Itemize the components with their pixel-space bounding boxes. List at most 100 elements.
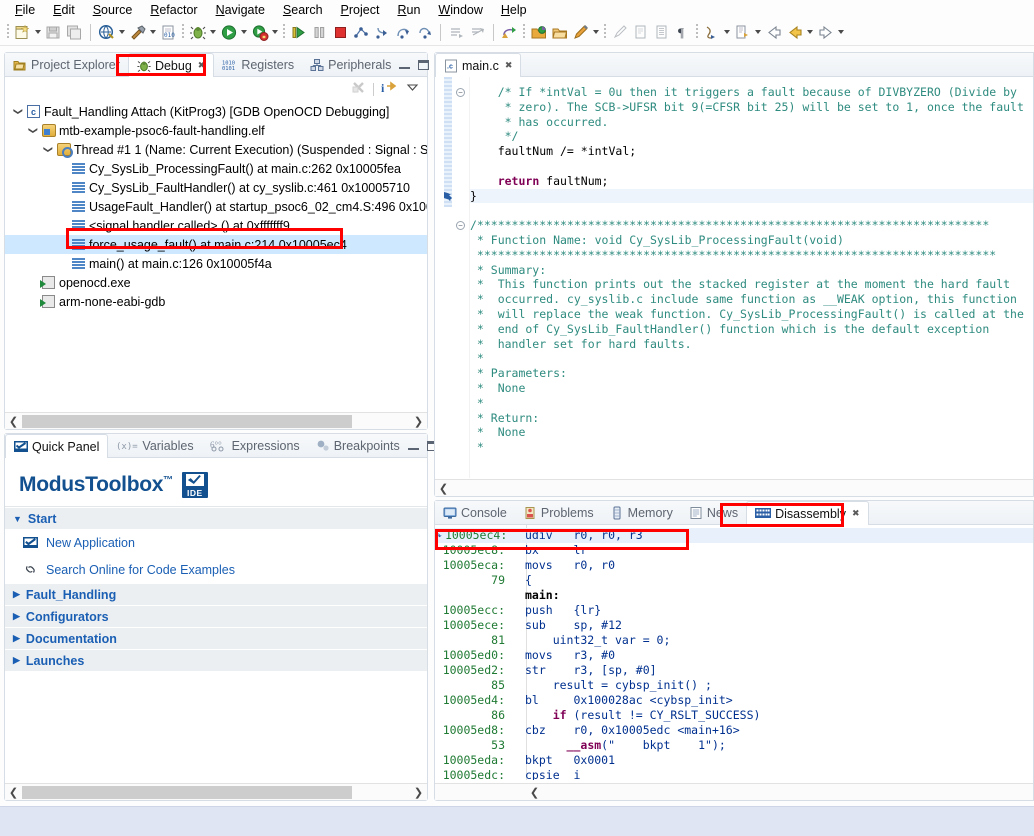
disassembly-current-row[interactable]: ↷ 10005ec4: udiv r0, r0, r3 <box>435 528 1033 543</box>
tree-row[interactable]: ❯ Thread #1 1 (Name: Current Execution) (… <box>5 140 427 159</box>
editor-code-area[interactable]: − − /* If *intVal = 0u then it triggers a… <box>435 77 1033 478</box>
tree-row[interactable]: ❯ c Fault_Handling Attach (KitProg3) [GDB … <box>5 102 427 121</box>
tab-problems[interactable]: Problems <box>515 501 602 524</box>
open-folder-icon[interactable] <box>528 22 549 43</box>
disassembly-row[interactable]: 86 if (result != CY_RSLT_SUCCESS) <box>435 708 1033 723</box>
external-tools-icon[interactable] <box>249 22 270 43</box>
quick-panel-section-documentation[interactable]: ▶ Documentation <box>5 627 427 649</box>
tab-memory[interactable]: Memory <box>602 501 681 524</box>
view-menu-icon[interactable] <box>406 81 419 97</box>
quick-panel-section-fault-handling[interactable]: ▶ Fault_Handling <box>5 583 427 605</box>
disassembly-row[interactable]: 10005ec8: bx lr <box>435 543 1033 558</box>
menu-item-refactor[interactable]: Refactor <box>141 2 206 18</box>
tab-peripherals[interactable]: Peripherals <box>302 53 399 76</box>
tab-debug[interactable]: Debug ✖ <box>127 53 215 77</box>
last-edit-dropdown-icon[interactable] <box>753 22 763 43</box>
tree-row[interactable]: main() at main.c:126 0x10005f4a <box>5 254 427 273</box>
tab-project-explorer[interactable]: Project Explorer <box>5 53 128 76</box>
minimize-debug-view-button[interactable] <box>399 60 411 69</box>
menu-item-project[interactable]: Project <box>332 2 389 18</box>
menu-item-source[interactable]: Source <box>84 2 142 18</box>
tree-row[interactable]: <signal handler called> () at 0xfffffff9 <box>5 216 427 235</box>
quick-panel-link-new-application[interactable]: New Application <box>5 529 427 556</box>
disassembly-row[interactable]: 10005ed2: str r3, [sp, #0] <box>435 663 1033 678</box>
editor-hscrollbar[interactable]: ❮ <box>435 479 1033 496</box>
quick-panel-link-search-online-for-code-examples[interactable]: Search Online for Code Examples <box>5 556 427 583</box>
scroll-left-arrow[interactable]: ❮ <box>5 786 22 799</box>
tree-row[interactable]: Cy_SysLib_ProcessingFault() at main.c:26… <box>5 159 427 178</box>
step-info-icon[interactable]: i <box>381 80 399 98</box>
pencil-icon[interactable] <box>570 22 591 43</box>
debug-view-hscrollbar[interactable]: ❮ ❯ <box>5 412 427 429</box>
scroll-thumb[interactable] <box>22 414 352 428</box>
disassembly-row[interactable]: 10005ed8: cbz r0, 0x10005edc <main+16> <box>435 723 1033 738</box>
scroll-thumb[interactable] <box>22 785 352 799</box>
tree-row[interactable]: UsageFault_Handler() at startup_psoc6_02… <box>5 197 427 216</box>
step-over-icon[interactable] <box>393 22 414 43</box>
quick-panel-hscrollbar[interactable]: ❮ ❯ <box>5 783 427 800</box>
scroll-track[interactable] <box>22 414 410 428</box>
open-project-icon[interactable] <box>549 22 570 43</box>
close-tab-icon[interactable]: ✖ <box>852 508 860 519</box>
disassembly-row[interactable]: 10005ecc: push {lr} <box>435 603 1033 618</box>
remove-all-terminated-icon[interactable] <box>351 80 366 98</box>
scroll-track[interactable] <box>22 785 410 799</box>
debug-stack-tree[interactable]: ❯ c Fault_Handling Attach (KitProg3) [GDB … <box>5 101 427 377</box>
resume-icon[interactable] <box>288 22 309 43</box>
tree-row[interactable]: openocd.exe <box>5 273 427 292</box>
scroll-track[interactable] <box>452 481 1033 495</box>
build-icon[interactable] <box>127 22 148 43</box>
toolbar-drag-handle[interactable] <box>7 24 9 40</box>
binary-icon[interactable]: 010 <box>158 22 179 43</box>
disassembly-row[interactable]: 10005ece: sub sp, #12 <box>435 618 1033 633</box>
next-annotation-dropdown-icon[interactable] <box>722 22 732 43</box>
build-dropdown-icon[interactable] <box>148 22 158 43</box>
disassembly-row[interactable]: 10005ed0: movs r3, #0 <box>435 648 1033 663</box>
back-icon[interactable] <box>763 22 784 43</box>
close-tab-icon[interactable]: ✖ <box>505 60 513 71</box>
expand-arrow-icon[interactable]: ❯ <box>43 143 54 157</box>
forward-icon[interactable] <box>815 22 836 43</box>
run-dropdown-icon[interactable] <box>239 22 249 43</box>
editor-source-text[interactable]: /* If *intVal = 0u then it triggers a fa… <box>470 85 1033 455</box>
disassembly-row[interactable]: 53 __asm(" bkpt 1"); <box>435 738 1033 753</box>
suspend-icon[interactable] <box>309 22 330 43</box>
forward-prev-icon[interactable] <box>784 22 805 43</box>
disconnect-icon[interactable] <box>351 22 372 43</box>
run-icon[interactable] <box>218 22 239 43</box>
next-annotation-icon[interactable] <box>701 22 722 43</box>
disassembly-rows[interactable]: ↷ 10005ec4: udiv r0, r0, r3 10005ec8: bx lr 1… <box>435 528 1033 780</box>
menu-item-file[interactable]: File <box>6 2 44 18</box>
close-tab-icon[interactable]: ✖ <box>198 60 206 71</box>
debug-icon[interactable] <box>187 22 208 43</box>
fold-toggle-icon[interactable]: − <box>456 88 465 97</box>
tab-disassembly[interactable]: Disassembly ✖ <box>746 501 869 525</box>
scroll-right-arrow[interactable]: ❯ <box>410 415 427 428</box>
disassembly-row[interactable]: 10005eca: movs r0, r0 <box>435 558 1033 573</box>
external-tools-dropdown-icon[interactable] <box>270 22 280 43</box>
save-icon[interactable] <box>43 22 64 43</box>
disassembly-row[interactable]: 10005eda: bkpt 0x0001 <box>435 753 1033 768</box>
last-edit-location-icon[interactable] <box>732 22 753 43</box>
quick-panel-section-configurators[interactable]: ▶ Configurators <box>5 605 427 627</box>
menu-item-search[interactable]: Search <box>274 2 332 18</box>
scroll-track[interactable] <box>543 785 1033 799</box>
tab-variables[interactable]: (x)= Variables <box>108 434 201 457</box>
forward-dropdown-icon[interactable] <box>836 22 846 43</box>
editor-folding-bar[interactable]: − − <box>452 77 470 478</box>
quick-panel-section-launches[interactable]: ▶ Launches <box>5 649 427 671</box>
quick-panel-section-start[interactable]: ▼ Start <box>5 507 427 529</box>
disassembly-row[interactable]: 10005ed4: bl 0x100028ac <cybsp_init> <box>435 693 1033 708</box>
disassembly-row[interactable]: 85 result = cybsp_init() ; <box>435 678 1033 693</box>
tab-registers[interactable]: 1010 0101 Registers <box>214 53 302 76</box>
maximize-debug-view-button[interactable] <box>418 59 430 70</box>
tab-news[interactable]: News <box>681 501 746 524</box>
disassembly-row[interactable]: 81 uint32_t var = 0; <box>435 633 1033 648</box>
tab-console[interactable]: Console <box>435 501 515 524</box>
debug-dropdown-icon[interactable] <box>208 22 218 43</box>
minimize-quick-panel-button[interactable] <box>407 441 419 450</box>
tab-quick-panel[interactable]: Quick Panel <box>5 434 109 458</box>
menu-item-edit[interactable]: Edit <box>44 2 84 18</box>
stack-frame-selected[interactable]: force_usage_fault() at main.c:214 0x1000… <box>5 235 427 254</box>
step-into-icon[interactable] <box>372 22 393 43</box>
